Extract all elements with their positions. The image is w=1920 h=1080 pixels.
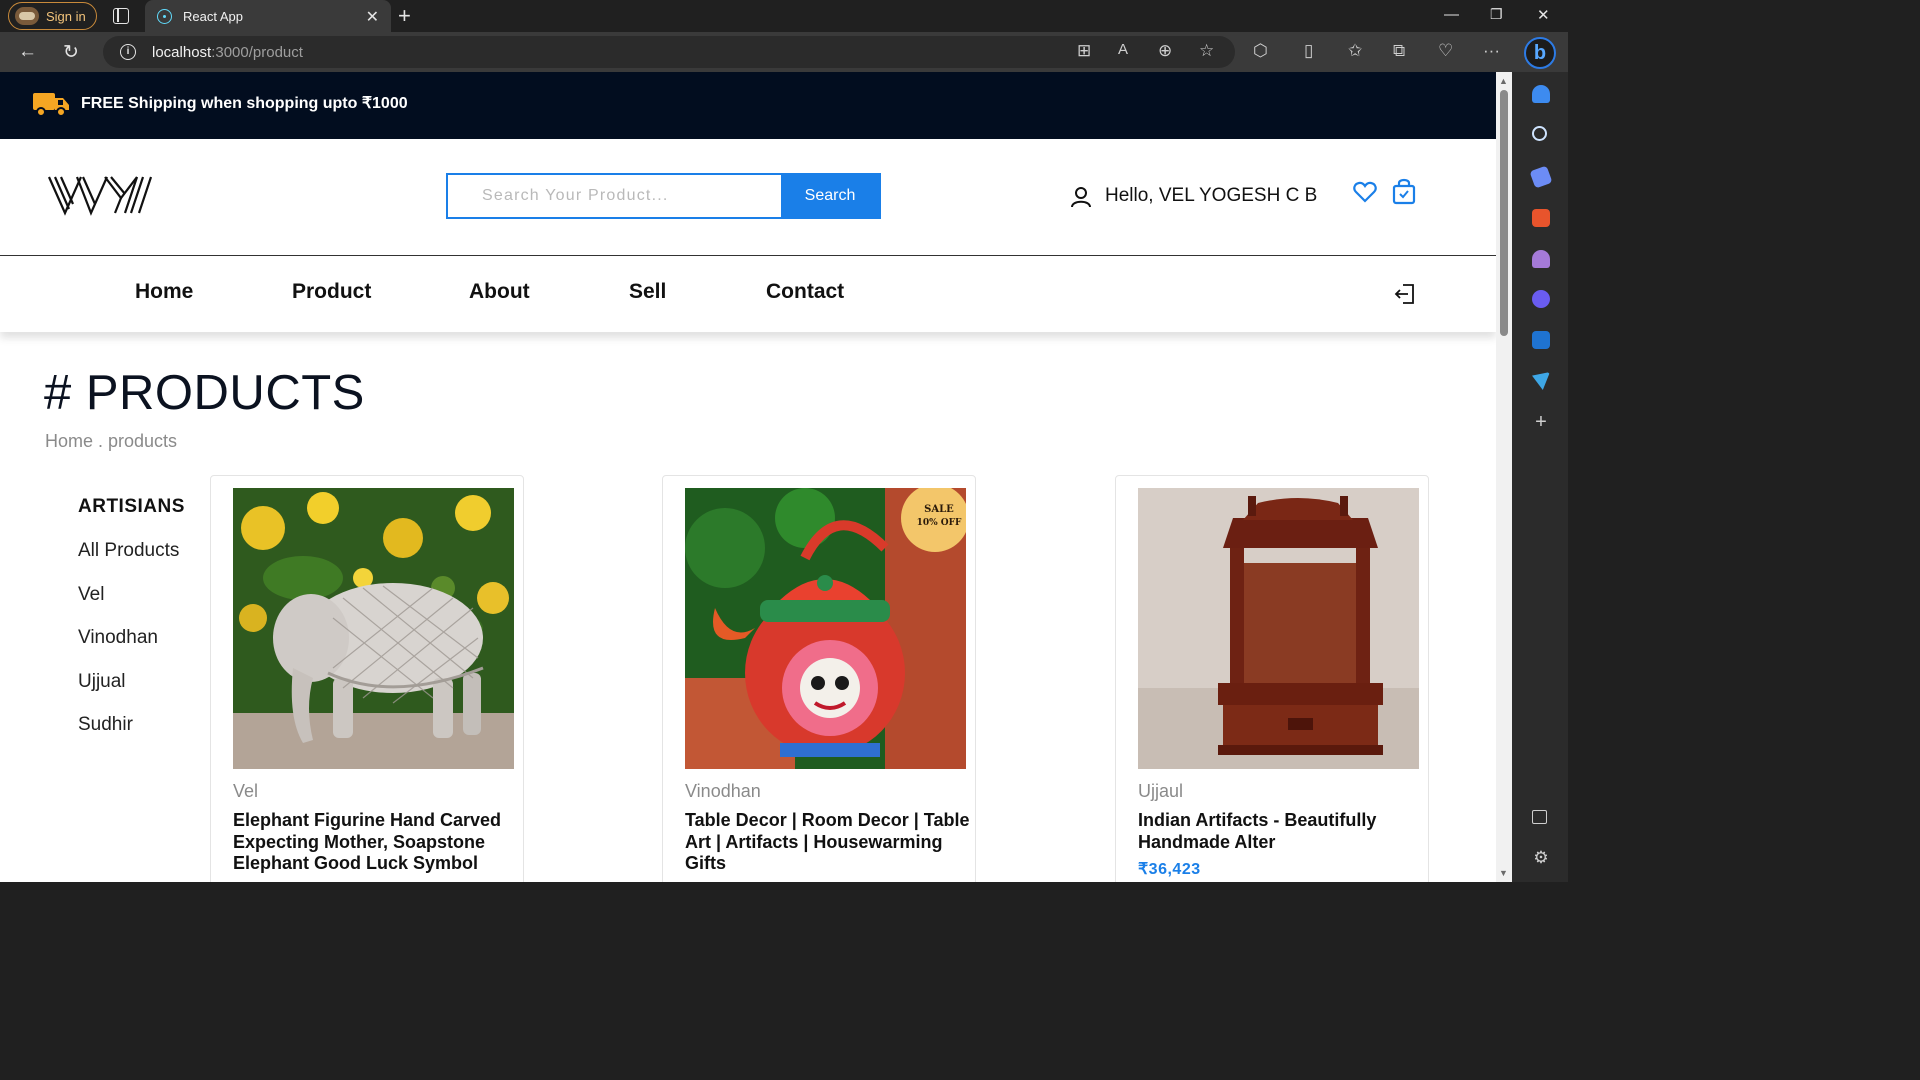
tab-title: React App	[183, 8, 243, 24]
nav-about[interactable]: About	[469, 280, 530, 304]
scroll-down-arrow-icon[interactable]: ▼	[1499, 868, 1508, 878]
extensions-icon[interactable]: ⬡	[1253, 41, 1268, 61]
page-scrollbar[interactable]: ▲ ▼	[1496, 72, 1512, 882]
profile-avatar-icon	[15, 7, 39, 25]
browser-tab-bar: Sign in React App ✕ + — ❐ ✕	[0, 0, 1568, 32]
shopping-bag-icon[interactable]	[1392, 178, 1416, 205]
product-card[interactable]: Ujjaul Indian Artifacts - Beautifully Ha…	[1115, 475, 1429, 882]
search-sidebar-icon[interactable]	[1532, 126, 1547, 141]
signin-label: Sign in	[46, 8, 86, 24]
favorites-icon[interactable]: ✩	[1348, 41, 1362, 61]
sale-badge-line2: 10% OFF	[917, 518, 962, 528]
shopping-tag-icon[interactable]	[1529, 165, 1553, 189]
close-window-icon[interactable]: ✕	[1537, 6, 1550, 24]
product-image-elephant[interactable]	[233, 488, 514, 769]
copilot-icon[interactable]: b	[1524, 37, 1556, 69]
product-artisan: Ujjaul	[1138, 781, 1184, 801]
site-logo[interactable]	[47, 174, 155, 216]
promo-banner: FREE Shipping when shopping upto ₹1000	[0, 72, 1496, 139]
favorite-star-icon[interactable]: ☆	[1199, 41, 1214, 61]
filter-option-ujjual[interactable]: Ujjual	[78, 671, 185, 715]
url-text: localhost:3000/product	[152, 44, 303, 61]
minimize-icon[interactable]: —	[1444, 6, 1459, 23]
nav-contact[interactable]: Contact	[766, 280, 844, 304]
search-button[interactable]: Search	[781, 175, 879, 217]
new-tab-icon[interactable]: +	[398, 3, 411, 29]
outlook-icon[interactable]	[1532, 331, 1550, 349]
product-card[interactable]: Vel Elephant Figurine Hand Carved Expect…	[210, 475, 524, 882]
sale-badge-line1: SALE	[924, 504, 954, 515]
product-title[interactable]: Elephant Figurine Hand Carved Expecting …	[233, 810, 518, 875]
user-greeting: Hello, VEL YOGESH C B	[1105, 185, 1318, 206]
product-image-mandir[interactable]	[1138, 488, 1419, 769]
browser-essentials-icon[interactable]: ♡	[1438, 41, 1453, 61]
sidebar-settings-gear-icon[interactable]: ⚙	[1532, 849, 1550, 867]
product-image-kettle[interactable]: SALE 10% OFF	[685, 488, 966, 769]
filter-option-sudhir[interactable]: Sudhir	[78, 714, 185, 758]
product-title[interactable]: Table Decor | Room Decor | Table Art | A…	[685, 810, 970, 875]
read-aloud-icon[interactable]: A	[1118, 41, 1128, 58]
product-title[interactable]: Indian Artifacts - Beautifully Handmade …	[1138, 810, 1423, 853]
hide-sidebar-icon[interactable]	[1532, 810, 1547, 824]
product-artisan: Vel	[233, 781, 259, 801]
nav-product[interactable]: Product	[292, 280, 371, 304]
collections-icon[interactable]: ⧉	[1393, 41, 1405, 61]
zoom-icon[interactable]: ⊕	[1158, 41, 1172, 61]
browser-address-bar: ← ↻ i localhost:3000/product ⊞ A ⊕ ☆ ⬡ ▯…	[0, 32, 1568, 72]
back-icon[interactable]: ←	[18, 41, 37, 63]
react-logo-icon	[157, 9, 172, 24]
add-sidebar-app-icon[interactable]: +	[1532, 412, 1550, 432]
filter-option-vel[interactable]: Vel	[78, 584, 185, 628]
product-card[interactable]: SALE 10% OFF Vinodhan Table Decor | Room…	[662, 475, 976, 882]
nav-sell[interactable]: Sell	[629, 280, 666, 304]
search-bar: Search	[446, 173, 881, 219]
url-field[interactable]: i localhost:3000/product	[103, 36, 1235, 68]
user-icon[interactable]	[1070, 186, 1092, 208]
product-artisan: Vinodhan	[685, 781, 761, 801]
wishlist-heart-icon[interactable]	[1353, 181, 1377, 203]
url-host: localhost	[152, 44, 212, 61]
split-screen-icon[interactable]: ▯	[1304, 41, 1313, 61]
filter-heading: ARTISIANS	[78, 496, 185, 517]
close-tab-icon[interactable]: ✕	[366, 7, 379, 27]
site-header: Search Hello, VEL YOGESH C B	[0, 139, 1496, 256]
artisan-filter: ARTISIANS All Products Vel Vinodhan Ujju…	[78, 496, 185, 758]
more-options-icon[interactable]: ···	[1483, 41, 1500, 61]
notifications-bell-icon[interactable]	[1532, 85, 1550, 103]
copilot-app-icon[interactable]	[1532, 290, 1550, 308]
filter-option-vinodhan[interactable]: Vinodhan	[78, 627, 185, 671]
profile-signin-button[interactable]: Sign in	[8, 2, 97, 30]
url-path: :3000/product	[211, 44, 303, 61]
product-price: ₹36,423	[1138, 861, 1201, 878]
drop-send-icon[interactable]	[1532, 372, 1550, 390]
delivery-truck-icon	[33, 93, 69, 117]
games-icon[interactable]	[1532, 250, 1550, 268]
filter-option-all-products[interactable]: All Products	[78, 540, 185, 584]
search-input[interactable]	[448, 175, 781, 217]
logout-icon[interactable]	[1393, 282, 1417, 306]
nav-home[interactable]: Home	[135, 280, 193, 304]
scrollbar-thumb[interactable]	[1500, 90, 1508, 336]
page-viewport: FREE Shipping when shopping upto ₹1000 S…	[0, 72, 1496, 882]
site-info-icon[interactable]: i	[120, 44, 136, 60]
main-navbar: Home Product About Sell Contact	[0, 257, 1496, 332]
scroll-up-arrow-icon[interactable]: ▲	[1499, 76, 1508, 86]
promo-text: FREE Shipping when shopping upto ₹1000	[81, 95, 408, 112]
page-title: # PRODUCTS	[44, 366, 365, 420]
tab-react-app[interactable]: React App ✕	[145, 0, 391, 32]
restore-icon[interactable]: ❐	[1490, 6, 1503, 23]
tab-actions-icon[interactable]	[113, 8, 129, 24]
app-available-icon[interactable]: ⊞	[1077, 41, 1091, 61]
tools-briefcase-icon[interactable]	[1532, 209, 1550, 227]
refresh-icon[interactable]: ↻	[63, 41, 79, 64]
breadcrumb: Home . products	[45, 431, 178, 451]
edge-sidebar: + ⚙	[1512, 72, 1568, 882]
